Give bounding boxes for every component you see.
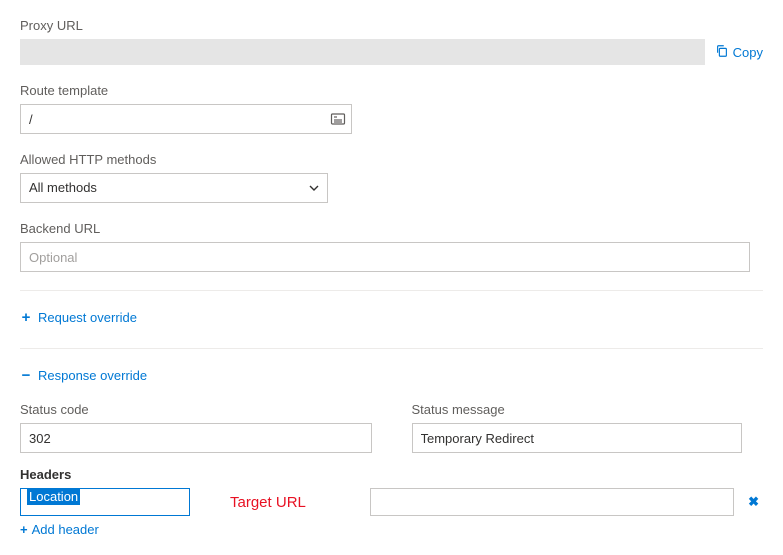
status-message-input[interactable] [412, 423, 742, 453]
header-key-text: Location [27, 488, 80, 505]
header-row: Location Target URL ✖ [20, 488, 763, 516]
proxy-url-group: Proxy URL Copy [20, 18, 763, 65]
copy-button[interactable]: Copy [715, 44, 763, 61]
card-icon [330, 111, 346, 127]
header-value-input[interactable] [370, 488, 734, 516]
status-code-label: Status code [20, 402, 372, 417]
route-template-label: Route template [20, 83, 763, 98]
http-methods-group: Allowed HTTP methods All methods [20, 152, 763, 203]
http-methods-select[interactable]: All methods [20, 173, 328, 203]
status-message-group: Status message [412, 402, 764, 453]
proxy-url-row: Copy [20, 39, 763, 65]
add-header-label: Add header [32, 522, 99, 537]
request-override-toggle[interactable]: + Request override [20, 309, 137, 326]
remove-header-button[interactable]: ✖ [744, 494, 763, 510]
header-key-input[interactable]: Location [20, 488, 190, 516]
headers-block: Headers Location Target URL ✖ + Add head… [20, 467, 763, 537]
request-override-label: Request override [38, 310, 137, 325]
route-template-group: Route template [20, 83, 763, 134]
status-row: Status code Status message [20, 402, 763, 453]
divider [20, 348, 763, 349]
route-template-wrap [20, 104, 352, 134]
http-methods-wrap: All methods [20, 173, 328, 203]
status-code-group: Status code [20, 402, 372, 453]
divider [20, 290, 763, 291]
backend-url-group: Backend URL [20, 221, 763, 272]
route-template-input[interactable] [20, 104, 352, 134]
headers-label: Headers [20, 467, 763, 482]
proxy-url-label: Proxy URL [20, 18, 763, 33]
status-message-label: Status message [412, 402, 764, 417]
response-override-label: Response override [38, 368, 147, 383]
add-header-button[interactable]: + Add header [20, 522, 99, 537]
copy-icon [715, 44, 729, 61]
proxy-url-value [20, 39, 705, 65]
minus-icon: − [20, 367, 32, 384]
header-annotation: Target URL [200, 494, 360, 511]
plus-icon: + [20, 309, 32, 326]
plus-icon: + [20, 522, 28, 537]
http-methods-label: Allowed HTTP methods [20, 152, 763, 167]
copy-label: Copy [733, 45, 763, 60]
response-override-toggle[interactable]: − Response override [20, 367, 147, 384]
backend-url-input[interactable] [20, 242, 750, 272]
status-code-input[interactable] [20, 423, 372, 453]
backend-url-label: Backend URL [20, 221, 763, 236]
